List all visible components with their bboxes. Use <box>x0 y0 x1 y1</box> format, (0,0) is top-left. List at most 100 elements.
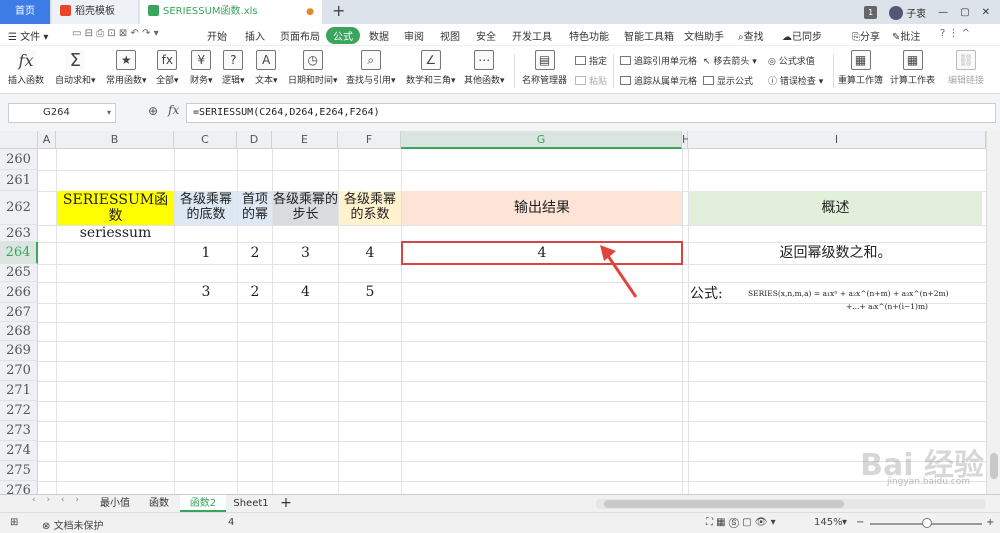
paste-name-button[interactable]: 粘贴 <box>575 74 607 87</box>
share-button[interactable]: ⎘分享 <box>852 28 880 43</box>
tab-home[interactable]: 首页 <box>0 0 50 24</box>
cell-E264[interactable]: 3 <box>273 242 338 264</box>
menu-page-layout[interactable]: 页面布局 <box>280 28 320 43</box>
horizontal-scroll-thumb[interactable] <box>604 500 844 508</box>
row-header-274[interactable]: 274 <box>0 441 38 461</box>
row-header-262[interactable]: 262 <box>0 191 38 225</box>
name-box[interactable]: G264 ▾ <box>8 103 116 123</box>
column-header-A[interactable]: A <box>38 131 56 149</box>
evaluate-formula-button[interactable]: ◎ 公式求值 <box>768 54 815 67</box>
row-header-272[interactable]: 272 <box>0 401 38 421</box>
row-header-271[interactable]: 271 <box>0 381 38 401</box>
add-sheet-button[interactable]: + <box>278 495 294 512</box>
row-header-261[interactable]: 261 <box>0 170 38 191</box>
finance-button[interactable]: ¥ 财务▾ <box>190 50 213 86</box>
sync-status[interactable]: ☁已同步 <box>782 28 822 43</box>
cell-I264[interactable]: 返回幂级数之和。 <box>689 242 982 264</box>
tab-spreadsheet-file[interactable]: SERIESSUM函数.xls ● <box>140 0 322 24</box>
row-header-270[interactable]: 270 <box>0 361 38 381</box>
fx-icon[interactable]: fx <box>168 103 179 117</box>
row-header-267[interactable]: 267 <box>0 303 38 322</box>
datetime-button[interactable]: ◷ 日期和时间▾ <box>288 50 338 86</box>
zoom-level[interactable]: 145% <box>814 517 843 528</box>
chevron-down-icon[interactable]: ▾ <box>107 104 111 122</box>
calc-sheet-button[interactable]: ▦ 计算工作表 <box>890 50 935 86</box>
lookup-reference-button[interactable]: ⌕ 查找与引用▾ <box>346 50 396 86</box>
show-formulas-button[interactable]: 显示公式 <box>703 74 753 87</box>
column-header-B[interactable]: B <box>56 131 174 149</box>
file-menu[interactable]: ☰ 文件 ▾ <box>8 28 48 43</box>
row-header-265[interactable]: 265 <box>0 264 38 282</box>
sheet-tab-sheet1[interactable]: Sheet1 <box>228 495 274 512</box>
math-trig-button[interactable]: ∠ 数学和三角▾ <box>406 50 456 86</box>
menu-security[interactable]: 安全 <box>476 28 496 43</box>
tab-modified-dot-icon[interactable]: ● <box>306 0 314 24</box>
row-header-264[interactable]: 264 <box>0 242 38 264</box>
logic-button[interactable]: ? 逻辑▾ <box>222 50 245 86</box>
cell-C266[interactable]: 3 <box>175 282 237 303</box>
zoom-dropdown-icon[interactable]: ▾ <box>842 517 847 528</box>
horizontal-scrollbar[interactable] <box>596 499 986 509</box>
cell-C264[interactable]: 1 <box>175 242 237 264</box>
cell-F266[interactable]: 5 <box>339 282 401 303</box>
row-header-260[interactable]: 260 <box>0 149 38 170</box>
quick-access-icons[interactable]: ▭ ⊟ ⎙ ⊡ ⊠ ↶ ↷ ▾ <box>72 28 159 39</box>
sheet-nav-arrows-icon[interactable]: ‹ › ‹ › <box>32 495 83 505</box>
user-account[interactable]: 子衷 <box>889 5 926 20</box>
menu-start[interactable]: 开始 <box>207 28 227 43</box>
define-name-button[interactable]: 指定 <box>575 54 607 67</box>
recalc-workbook-button[interactable]: ▦ 重算工作簿 <box>838 50 883 86</box>
all-functions-button[interactable]: fx 全部▾ <box>156 50 179 86</box>
menu-view[interactable]: 视图 <box>440 28 460 43</box>
cell-G262[interactable]: 输出结果 <box>402 191 682 225</box>
cell-D266[interactable]: 2 <box>238 282 272 303</box>
cell-E262[interactable]: 各级乘幂的步长 <box>273 191 338 225</box>
common-functions-button[interactable]: ★ 常用函数▾ <box>106 50 147 86</box>
column-header-C[interactable]: C <box>174 131 237 149</box>
name-manager-button[interactable]: ▤ 名称管理器 <box>522 50 567 86</box>
row-header-276[interactable]: 276 <box>0 481 38 494</box>
insert-function-button[interactable]: fx 插入函数 <box>8 50 44 86</box>
menu-review[interactable]: 审阅 <box>404 28 424 43</box>
trace-dependents-button[interactable]: 追踪从属单元格 <box>620 74 697 87</box>
text-function-button[interactable]: A 文本▾ <box>255 50 278 86</box>
cell-C262[interactable]: 各级乘幂的底数 <box>175 191 237 225</box>
view-mode-icons[interactable]: ⛶ ▦ Ⓢ ▢ 👁 ▾ <box>706 517 776 528</box>
menu-more-icons[interactable]: ? ⋮ ^ <box>940 28 970 39</box>
cell-B263[interactable]: seriessum <box>57 225 174 242</box>
row-header-275[interactable]: 275 <box>0 461 38 481</box>
zoom-slider-knob[interactable] <box>922 518 932 528</box>
minimize-button[interactable]: — <box>938 7 948 18</box>
search-button[interactable]: ⌕查找 <box>738 28 764 43</box>
vertical-scrollbar[interactable] <box>986 131 1000 494</box>
cell-I262[interactable]: 概述 <box>689 191 982 225</box>
doc-protect-status[interactable]: ⊗ 文档未保护 <box>42 517 104 532</box>
row-header-266[interactable]: 266 <box>0 282 38 303</box>
cell-F264[interactable]: 4 <box>339 242 401 264</box>
sheet-tab-function[interactable]: 函数 <box>138 495 180 512</box>
cell-B262[interactable]: SERIESSUM函数 <box>57 191 174 225</box>
other-functions-button[interactable]: ⋯ 其他函数▾ <box>464 50 505 86</box>
spreadsheet-grid[interactable]: A B C D E F G H I 260 261 262 263 264 26… <box>0 131 986 494</box>
column-header-F[interactable]: F <box>338 131 401 149</box>
trace-precedents-button[interactable]: 追踪引用单元格 <box>620 54 697 67</box>
zoom-out-button[interactable]: − <box>856 517 864 528</box>
remove-arrows-button[interactable]: ↖ 移去箭头 ▾ <box>703 54 757 67</box>
macro-icon[interactable]: ⊞ <box>10 517 18 528</box>
cell-D262[interactable]: 首项的幂 <box>238 191 272 225</box>
column-header-G[interactable]: G <box>401 131 682 149</box>
autosum-button[interactable]: Σ 自动求和▾ <box>55 50 96 87</box>
tab-docer-template[interactable]: 稻壳模板 <box>52 0 138 24</box>
edit-links-button[interactable]: ⛓ 编辑链接 <box>948 50 984 86</box>
window-count-badge[interactable]: 1 <box>864 5 878 19</box>
row-header-269[interactable]: 269 <box>0 341 38 361</box>
new-tab-button[interactable]: + <box>332 1 345 20</box>
column-header-E[interactable]: E <box>272 131 338 149</box>
cell-E266[interactable]: 4 <box>273 282 338 303</box>
sheet-tab-function2[interactable]: 函数2 <box>180 495 226 512</box>
column-header-I[interactable]: I <box>688 131 986 149</box>
menu-data[interactable]: 数据 <box>369 28 389 43</box>
column-header-D[interactable]: D <box>237 131 272 149</box>
comment-button[interactable]: ✎批注 <box>892 28 920 43</box>
formula-input[interactable]: =SERIESSUM(C264,D264,E264,F264) <box>186 103 996 123</box>
